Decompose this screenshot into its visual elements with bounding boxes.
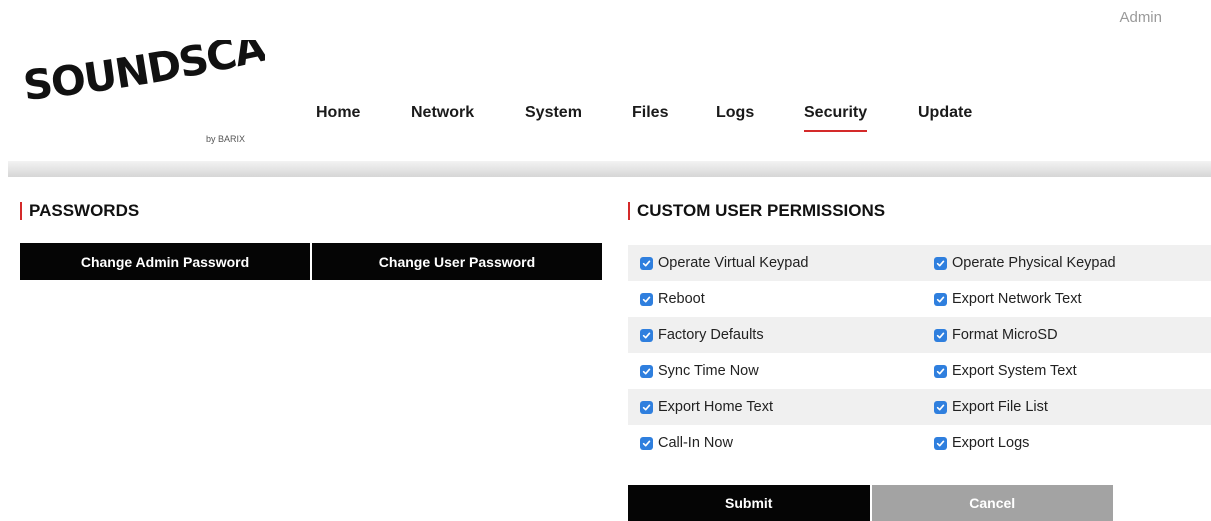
permission-label: Export Logs: [952, 435, 1030, 451]
permission-export-network-text[interactable]: Export Network Text: [919, 291, 1210, 307]
permission-label: Factory Defaults: [658, 327, 764, 343]
checkbox-checked-icon[interactable]: [640, 364, 653, 378]
passwords-title: PASSWORDS: [20, 201, 139, 221]
permission-label: Export System Text: [952, 363, 1077, 379]
change-user-password-button[interactable]: Change User Password: [312, 243, 602, 280]
permission-reboot[interactable]: Reboot: [628, 291, 919, 307]
checkbox-checked-icon[interactable]: [934, 328, 947, 342]
checkbox-checked-icon[interactable]: [640, 328, 653, 342]
checkbox-checked-icon[interactable]: [934, 436, 947, 450]
permission-format-microsd[interactable]: Format MicroSD: [919, 327, 1210, 343]
current-user-label: Admin: [1119, 9, 1162, 26]
permissions-title: CUSTOM USER PERMISSIONS: [628, 201, 885, 221]
checkbox-checked-icon[interactable]: [934, 364, 947, 378]
nav-security[interactable]: Security: [804, 104, 868, 132]
nav-network[interactable]: Network: [411, 104, 474, 122]
cancel-button[interactable]: Cancel: [871, 485, 1113, 521]
permission-factory-defaults[interactable]: Factory Defaults: [628, 327, 919, 343]
permission-export-system-text[interactable]: Export System Text: [919, 363, 1210, 379]
nav-system[interactable]: System: [525, 104, 582, 122]
nav-home[interactable]: Home: [316, 104, 360, 122]
permission-row: Export Home Text Export File List: [628, 389, 1211, 425]
permission-export-file-list[interactable]: Export File List: [919, 399, 1210, 415]
permission-actions: Submit Cancel: [628, 485, 1113, 521]
permission-label: Sync Time Now: [658, 363, 759, 379]
svg-text:SOUNDSCAPE: SOUNDSCAPE: [20, 40, 265, 110]
permission-label: Export File List: [952, 399, 1048, 415]
permission-call-in-now[interactable]: Call-In Now: [628, 435, 919, 451]
permission-export-logs[interactable]: Export Logs: [919, 435, 1210, 451]
permission-label: Operate Virtual Keypad: [658, 255, 809, 271]
checkbox-checked-icon[interactable]: [640, 436, 653, 450]
permission-row: Factory Defaults Format MicroSD: [628, 317, 1211, 353]
logo-byline: by BARIX: [206, 134, 245, 144]
permission-row: Call-In Now Export Logs: [628, 425, 1211, 461]
permission-row: Sync Time Now Export System Text: [628, 353, 1211, 389]
change-admin-password-button[interactable]: Change Admin Password: [20, 243, 310, 280]
permission-sync-time-now[interactable]: Sync Time Now: [628, 363, 919, 379]
nav-update[interactable]: Update: [918, 104, 972, 122]
permissions-table: Operate Virtual Keypad Operate Physical K…: [628, 245, 1211, 461]
permission-operate-physical-keypad[interactable]: Operate Physical Keypad: [919, 255, 1210, 271]
soundscape-logo: SOUNDSCAPE by BARIX: [20, 40, 265, 150]
permission-label: Format MicroSD: [952, 327, 1058, 343]
password-buttons: Change Admin Password Change User Passwo…: [20, 243, 602, 280]
checkbox-checked-icon[interactable]: [934, 400, 947, 414]
permission-label: Operate Physical Keypad: [952, 255, 1116, 271]
nav-files[interactable]: Files: [632, 104, 668, 122]
permission-label: Reboot: [658, 291, 705, 307]
nav-logs[interactable]: Logs: [716, 104, 754, 122]
logo-wordmark: SOUNDSCAPE: [20, 40, 265, 110]
permission-label: Call-In Now: [658, 435, 733, 451]
permission-label: Export Network Text: [952, 291, 1082, 307]
permission-row: Operate Virtual Keypad Operate Physical K…: [628, 245, 1211, 281]
permission-row: Reboot Export Network Text: [628, 281, 1211, 317]
header-divider: [8, 161, 1211, 177]
submit-button[interactable]: Submit: [628, 485, 870, 521]
permission-operate-virtual-keypad[interactable]: Operate Virtual Keypad: [628, 255, 919, 271]
checkbox-checked-icon[interactable]: [640, 292, 653, 306]
checkbox-checked-icon[interactable]: [640, 256, 653, 270]
permission-export-home-text[interactable]: Export Home Text: [628, 399, 919, 415]
checkbox-checked-icon[interactable]: [934, 256, 947, 270]
checkbox-checked-icon[interactable]: [640, 400, 653, 414]
checkbox-checked-icon[interactable]: [934, 292, 947, 306]
permission-label: Export Home Text: [658, 399, 773, 415]
